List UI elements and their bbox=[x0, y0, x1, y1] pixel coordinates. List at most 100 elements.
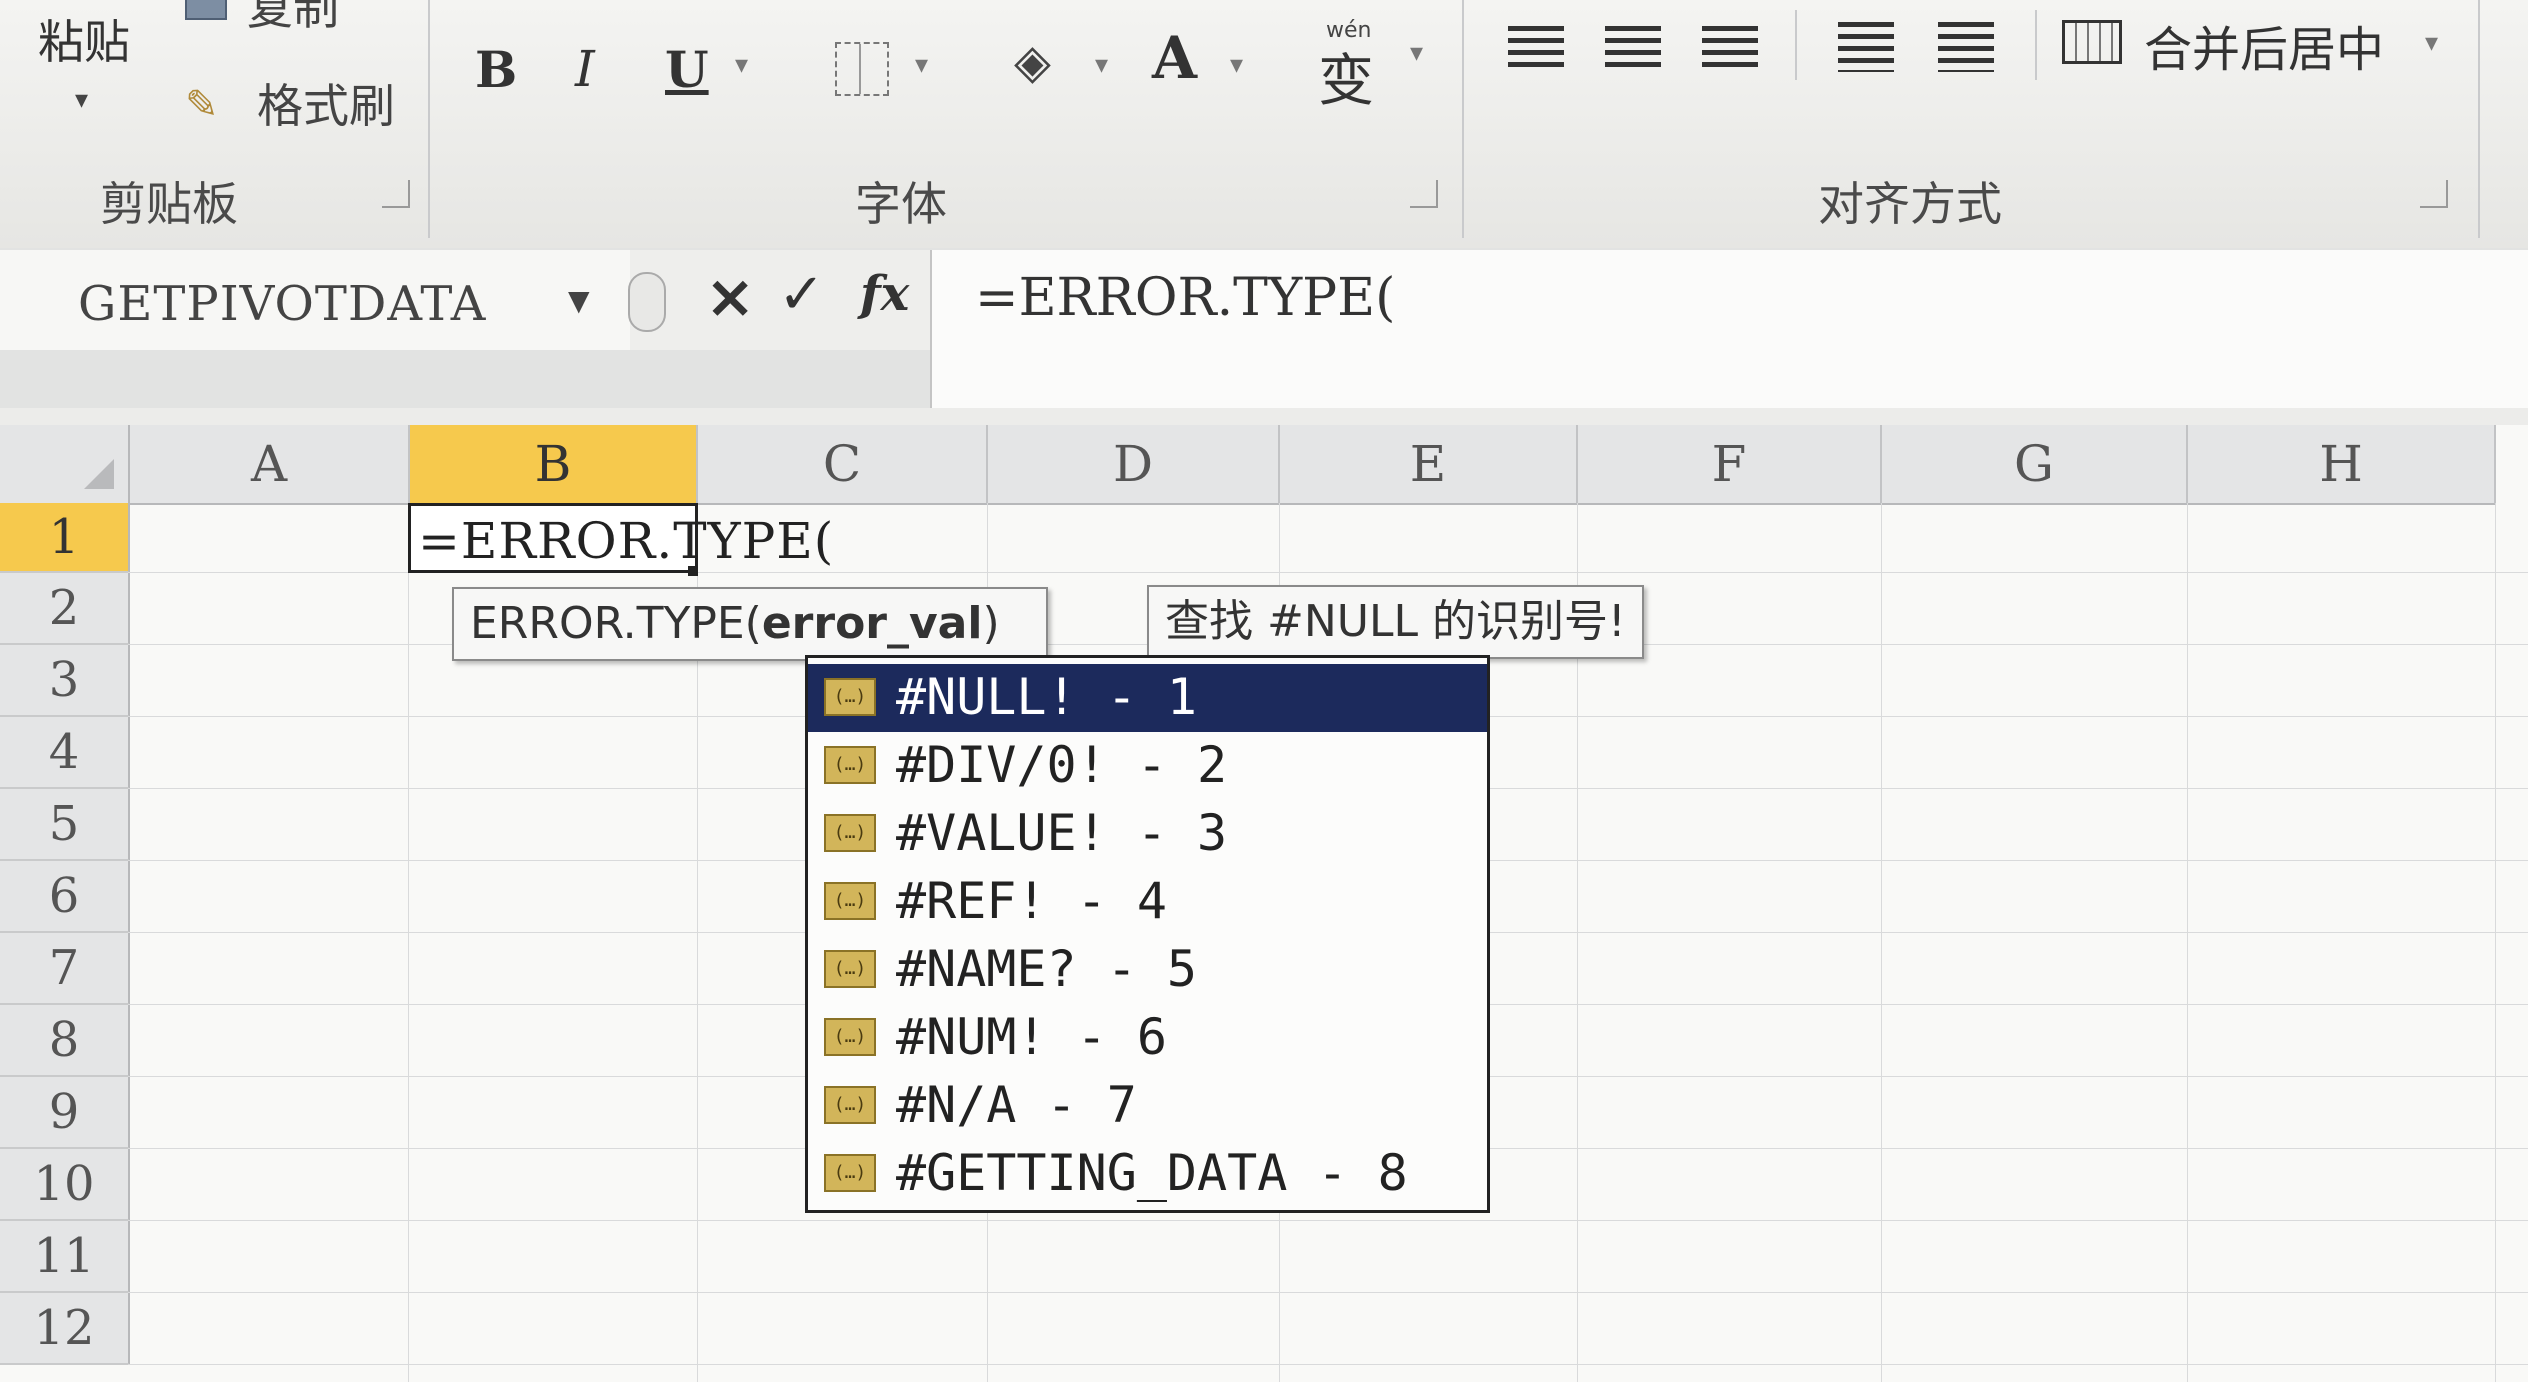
row-header-5[interactable]: 5 bbox=[0, 789, 130, 861]
alignment-group-label: 对齐方式 bbox=[1818, 177, 2002, 231]
column-header-g[interactable]: G bbox=[1882, 425, 2188, 505]
enter-icon[interactable]: ✓ bbox=[778, 262, 825, 327]
format-painter-label: 格式刷 bbox=[257, 79, 395, 133]
autocomplete-item[interactable]: (…) #VALUE! - 3 bbox=[808, 800, 1487, 868]
fill-color-dropdown-icon[interactable]: ▾ bbox=[1095, 50, 1108, 80]
autocomplete-item[interactable]: (…) #GETTING_DATA - 8 bbox=[808, 1140, 1487, 1208]
merge-center-dropdown-icon[interactable]: ▾ bbox=[2425, 28, 2438, 58]
column-header-a[interactable]: A bbox=[130, 425, 410, 505]
gridline bbox=[128, 1364, 2528, 1365]
column-header-h[interactable]: H bbox=[2188, 425, 2496, 505]
name-box-value: GETPIVOTDATA bbox=[78, 276, 487, 332]
row-header-8[interactable]: 8 bbox=[0, 1005, 130, 1077]
constant-icon: (…) bbox=[824, 882, 876, 920]
borders-dropdown-icon[interactable]: ▾ bbox=[915, 50, 928, 80]
formula-text: =ERROR.TYPE( bbox=[975, 268, 1396, 328]
autocomplete-item[interactable]: (…) #REF! - 4 bbox=[808, 868, 1487, 936]
select-all-triangle-icon bbox=[84, 459, 114, 489]
row-header-7[interactable]: 7 bbox=[0, 933, 130, 1005]
fill-color-button[interactable]: ◈ bbox=[1010, 30, 1070, 100]
align-right-icon bbox=[1702, 26, 1758, 72]
group-divider bbox=[428, 0, 430, 238]
align-left-button[interactable] bbox=[1508, 26, 1564, 72]
row-header-3[interactable]: 3 bbox=[0, 645, 130, 717]
gridline bbox=[128, 1292, 2528, 1293]
row-header-4[interactable]: 4 bbox=[0, 717, 130, 789]
syntax-argument[interactable]: error_val bbox=[762, 598, 983, 649]
row-header-9[interactable]: 9 bbox=[0, 1077, 130, 1149]
row-header-6[interactable]: 6 bbox=[0, 861, 130, 933]
underline-button[interactable]: U bbox=[665, 40, 709, 99]
merge-center-button[interactable]: 合并后居中 bbox=[2062, 10, 2452, 78]
clipboard-group-label: 剪贴板 bbox=[100, 177, 238, 231]
row-header-11[interactable]: 11 bbox=[0, 1221, 130, 1293]
align-center-button[interactable] bbox=[1605, 26, 1661, 72]
constant-icon: (…) bbox=[824, 950, 876, 988]
autocomplete-item-label: #GETTING_DATA - 8 bbox=[896, 1144, 1408, 1202]
row-header-1[interactable]: 1 bbox=[0, 503, 130, 573]
syntax-function-name[interactable]: ERROR.TYPE( bbox=[470, 598, 762, 649]
active-cell-value: =ERROR.TYPE( bbox=[418, 512, 835, 570]
format-painter-button[interactable]: ✎ 格式刷 bbox=[185, 68, 415, 133]
gridline bbox=[128, 1220, 2528, 1221]
decrease-indent-icon bbox=[1838, 22, 1894, 72]
constant-icon: (…) bbox=[824, 814, 876, 852]
bold-button[interactable]: B bbox=[475, 40, 517, 99]
row-header-10[interactable]: 10 bbox=[0, 1149, 130, 1221]
autocomplete-item-label: #NULL! - 1 bbox=[896, 668, 1198, 726]
gridline bbox=[2187, 503, 2188, 1382]
gridline bbox=[408, 503, 409, 1382]
paste-button[interactable]: 粘贴 ▾ bbox=[30, 0, 150, 150]
constant-icon: (…) bbox=[824, 1018, 876, 1056]
gridline bbox=[1881, 503, 1882, 1382]
align-right-button[interactable] bbox=[1702, 26, 1758, 72]
decrease-indent-button[interactable] bbox=[1838, 22, 1894, 72]
autocomplete-item-label: #N/A - 7 bbox=[896, 1076, 1137, 1134]
autocomplete-item[interactable]: (…) #NAME? - 5 bbox=[808, 936, 1487, 1004]
column-header-f[interactable]: F bbox=[1578, 425, 1882, 505]
row-header-12[interactable]: 12 bbox=[0, 1293, 130, 1365]
borders-button[interactable] bbox=[835, 42, 889, 96]
constant-icon: (…) bbox=[824, 1154, 876, 1192]
font-color-button[interactable]: A bbox=[1152, 24, 1197, 92]
name-box-dropdown-icon[interactable]: ▼ bbox=[568, 284, 590, 317]
select-all-button[interactable] bbox=[0, 425, 130, 505]
clipboard-dialog-launcher-icon[interactable] bbox=[382, 180, 410, 208]
insert-function-icon[interactable]: fx bbox=[860, 266, 909, 322]
column-header-b[interactable]: B bbox=[410, 425, 698, 506]
fill-bucket-icon: ◈ bbox=[1014, 34, 1051, 90]
font-dialog-launcher-icon[interactable] bbox=[1410, 180, 1438, 208]
column-header-e[interactable]: E bbox=[1280, 425, 1578, 505]
autocomplete-item[interactable]: (…) #NULL! - 1 bbox=[808, 664, 1487, 732]
formula-bar-splitter-icon[interactable] bbox=[628, 272, 666, 332]
fill-handle[interactable] bbox=[688, 566, 698, 576]
ribbon: 粘贴 ▾ 复制 ✎ 格式刷 剪贴板 B I U ▾ ▾ ◈ ▾ A ▾ wén … bbox=[0, 0, 2528, 250]
underline-dropdown-icon[interactable]: ▾ bbox=[735, 50, 748, 80]
cancel-icon[interactable]: × bbox=[705, 262, 755, 332]
column-header-c[interactable]: C bbox=[698, 425, 988, 505]
alignment-dialog-launcher-icon[interactable] bbox=[2420, 180, 2448, 208]
autocomplete-item[interactable]: (…) #NUM! - 6 bbox=[808, 1004, 1487, 1072]
autocomplete-item-label: #DIV/0! - 2 bbox=[896, 736, 1228, 794]
italic-button[interactable]: I bbox=[575, 40, 595, 98]
font-color-dropdown-icon[interactable]: ▾ bbox=[1230, 50, 1243, 80]
increase-indent-button[interactable] bbox=[1938, 22, 1994, 72]
autocomplete-item[interactable]: (…) #N/A - 7 bbox=[808, 1072, 1487, 1140]
autocomplete-item-label: #NUM! - 6 bbox=[896, 1008, 1167, 1066]
column-header-d[interactable]: D bbox=[988, 425, 1280, 505]
paste-label: 粘贴 bbox=[38, 15, 130, 69]
font-group-label: 字体 bbox=[855, 177, 947, 231]
row-header-2[interactable]: 2 bbox=[0, 573, 130, 645]
group-divider bbox=[1462, 0, 1464, 238]
merge-center-label: 合并后居中 bbox=[2144, 22, 2385, 78]
phonetic-dropdown-icon[interactable]: ▾ bbox=[1410, 38, 1423, 68]
group-divider bbox=[2478, 0, 2480, 238]
borders-icon bbox=[859, 44, 861, 94]
constant-icon: (…) bbox=[824, 1086, 876, 1124]
constant-icon: (…) bbox=[824, 678, 876, 716]
copy-button[interactable]: 复制 bbox=[185, 0, 385, 35]
paste-dropdown-icon[interactable]: ▾ bbox=[75, 85, 88, 115]
autocomplete-item-label: #VALUE! - 3 bbox=[896, 804, 1228, 862]
phonetic-char-label: 变 bbox=[1318, 49, 1374, 114]
autocomplete-item[interactable]: (…) #DIV/0! - 2 bbox=[808, 732, 1487, 800]
